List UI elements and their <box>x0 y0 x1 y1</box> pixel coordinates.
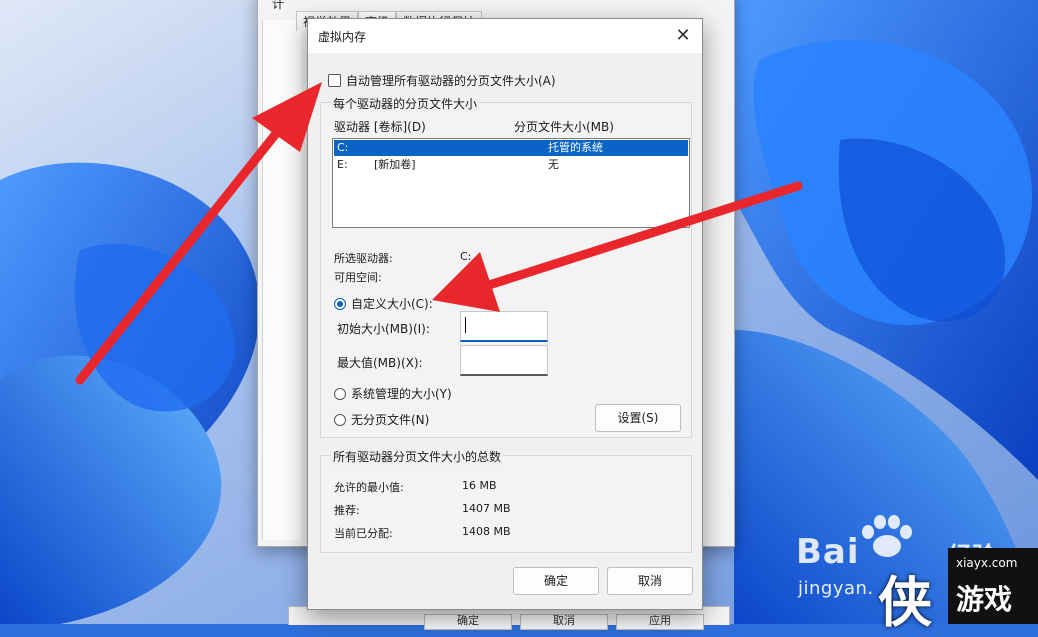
system-properties-content <box>262 20 301 540</box>
auto-manage-option[interactable]: 自动管理所有驱动器的分页文件大小(A) <box>328 72 556 89</box>
set-button[interactable]: 设置(S) <box>595 404 681 432</box>
currently-allocated-value: 1408 MB <box>462 525 511 538</box>
system-managed-radio[interactable] <box>334 387 346 400</box>
drive-size: 无 <box>548 158 559 171</box>
recommended-value: 1407 MB <box>462 502 511 515</box>
column-header-size: 分页文件大小(MB) <box>514 120 614 134</box>
max-size-label: 最大值(MB)(X): <box>337 356 423 370</box>
virtual-memory-dialog: 虚拟内存 ✕ 自动管理所有驱动器的分页文件大小(A) 每个驱动器的分页文件大小 … <box>307 18 703 610</box>
system-managed-label: 系统管理的大小(Y) <box>351 387 452 401</box>
currently-allocated-label: 当前已分配: <box>334 527 393 540</box>
drive-list[interactable]: C: 托管的系统 E: [新加卷] 无 <box>332 138 690 228</box>
drive-letter: E: <box>337 158 348 171</box>
dialog-title: 虚拟内存 <box>318 30 367 44</box>
initial-size-label: 初始大小(MB)(I): <box>337 322 430 336</box>
cancel-button[interactable]: 取消 <box>607 567 693 595</box>
drive-size: 托管的系统 <box>548 141 603 154</box>
auto-manage-label: 自动管理所有驱动器的分页文件大小(A) <box>346 74 556 88</box>
column-header-drive: 驱动器 [卷标](D) <box>334 120 426 134</box>
xiayx-logo-char: 侠 <box>878 571 932 634</box>
per-drive-group-title: 每个驱动器的分页文件大小 <box>331 95 480 112</box>
xiayx-url: xiayx.com <box>956 556 1018 570</box>
no-paging-file-option[interactable]: 无分页文件(N) <box>334 411 429 428</box>
baidu-paw-icon <box>862 515 912 557</box>
no-paging-file-label: 无分页文件(N) <box>351 413 430 427</box>
bg-ok-button[interactable]: 确定 <box>424 614 512 630</box>
bg-cancel-button[interactable]: 取消 <box>520 614 608 630</box>
drive-row-e[interactable]: E: [新加卷] 无 <box>334 157 688 173</box>
auto-manage-checkbox[interactable] <box>328 74 341 87</box>
bg-apply-button[interactable]: 应用 <box>616 614 704 630</box>
jingyan-url-watermark: jingyan. <box>798 578 874 599</box>
drive-label: [新加卷] <box>374 158 416 171</box>
free-space-label: 可用空间: <box>334 271 382 284</box>
ok-button[interactable]: 确定 <box>513 567 599 595</box>
min-allowed-label: 允许的最小值: <box>334 481 404 494</box>
custom-size-option[interactable]: 自定义大小(C): <box>334 295 433 312</box>
close-icon: ✕ <box>675 25 691 46</box>
selected-drive-label: 所选驱动器: <box>334 252 393 265</box>
initial-size-input[interactable] <box>460 311 548 342</box>
min-allowed-value: 16 MB <box>462 479 497 492</box>
dialog-titlebar[interactable]: 虚拟内存 ✕ <box>308 19 702 53</box>
recommended-label: 推荐: <box>334 504 360 517</box>
drive-letter: C: <box>337 141 349 154</box>
baidu-watermark: Bai <box>796 532 860 572</box>
totals-group-title: 所有驱动器分页文件大小的总数 <box>331 448 504 465</box>
system-properties-title: 计 <box>272 0 285 11</box>
close-button[interactable]: ✕ <box>670 25 696 47</box>
custom-size-label: 自定义大小(C): <box>351 297 433 311</box>
system-managed-option[interactable]: 系统管理的大小(Y) <box>334 385 452 402</box>
drive-row-c[interactable]: C: 托管的系统 <box>334 140 688 156</box>
text-caret <box>465 317 466 333</box>
custom-size-radio[interactable] <box>334 297 346 310</box>
no-paging-file-radio[interactable] <box>334 413 346 426</box>
max-size-input[interactable] <box>460 345 548 376</box>
selected-drive-value: C: <box>460 250 472 263</box>
xiayx-logo-text: 游戏 <box>956 583 1013 616</box>
